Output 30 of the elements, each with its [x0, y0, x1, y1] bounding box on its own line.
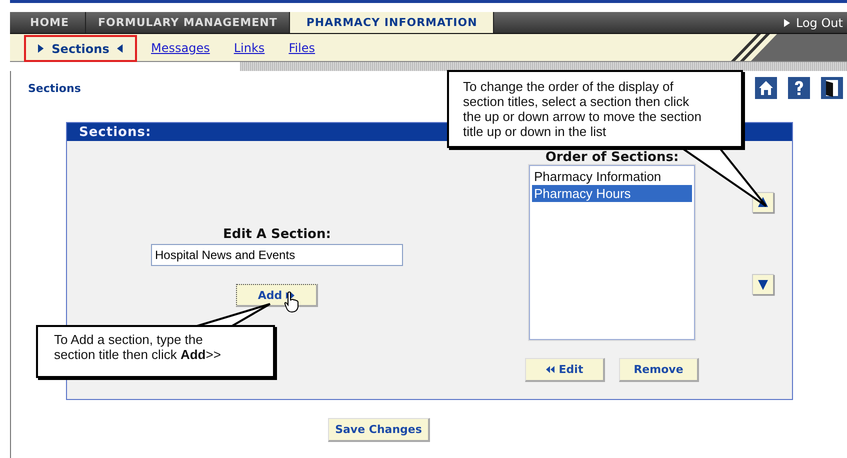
sections-listbox[interactable]: Pharmacy Information Pharmacy Hours [529, 165, 695, 340]
panel-title: Sections: [79, 124, 152, 140]
double-arrow-left-icon [546, 366, 555, 373]
triangle-right-icon [784, 18, 790, 26]
triangle-right-icon [38, 44, 44, 53]
page-title: Sections [28, 82, 81, 94]
save-changes-button[interactable]: Save Changes [328, 418, 430, 442]
logout-link[interactable]: Log Out [784, 12, 847, 33]
door-icon[interactable] [821, 77, 843, 99]
edit-label: Edit A Section: [223, 227, 331, 242]
slash-decoration-icon [731, 34, 847, 61]
hand-cursor-icon [284, 291, 300, 313]
remove-button[interactable]: Remove [619, 358, 699, 382]
callout-text: To change the order of the display of section titles, select a section then click the up or down arrow to move the section title up or down in the list [463, 79, 702, 139]
section-input-field[interactable]: Hospital News and Events [151, 244, 403, 266]
help-icon[interactable] [788, 77, 810, 99]
home-icon[interactable] [755, 77, 777, 99]
triangle-left-icon [117, 44, 123, 53]
order-label: Order of Sections: [545, 150, 679, 165]
nav-tab[interactable]: HOME [10, 12, 86, 33]
callout-text: To Add a section, type the section title then click Add>> [54, 332, 221, 362]
subnav-link[interactable]: Links [234, 40, 265, 54]
list-option[interactable]: Pharmacy Information [532, 168, 692, 185]
move-down-button[interactable] [752, 274, 775, 296]
subnav-tab[interactable]: Sections [24, 35, 137, 62]
edit-button[interactable]: Edit [525, 358, 605, 382]
nav-tab[interactable]: PHARMACY INFORMATION [290, 12, 494, 33]
list-option[interactable]: Pharmacy Hours [532, 185, 692, 202]
subnav-link[interactable]: Files [288, 40, 316, 54]
subnav-link[interactable]: Messages [151, 40, 210, 54]
